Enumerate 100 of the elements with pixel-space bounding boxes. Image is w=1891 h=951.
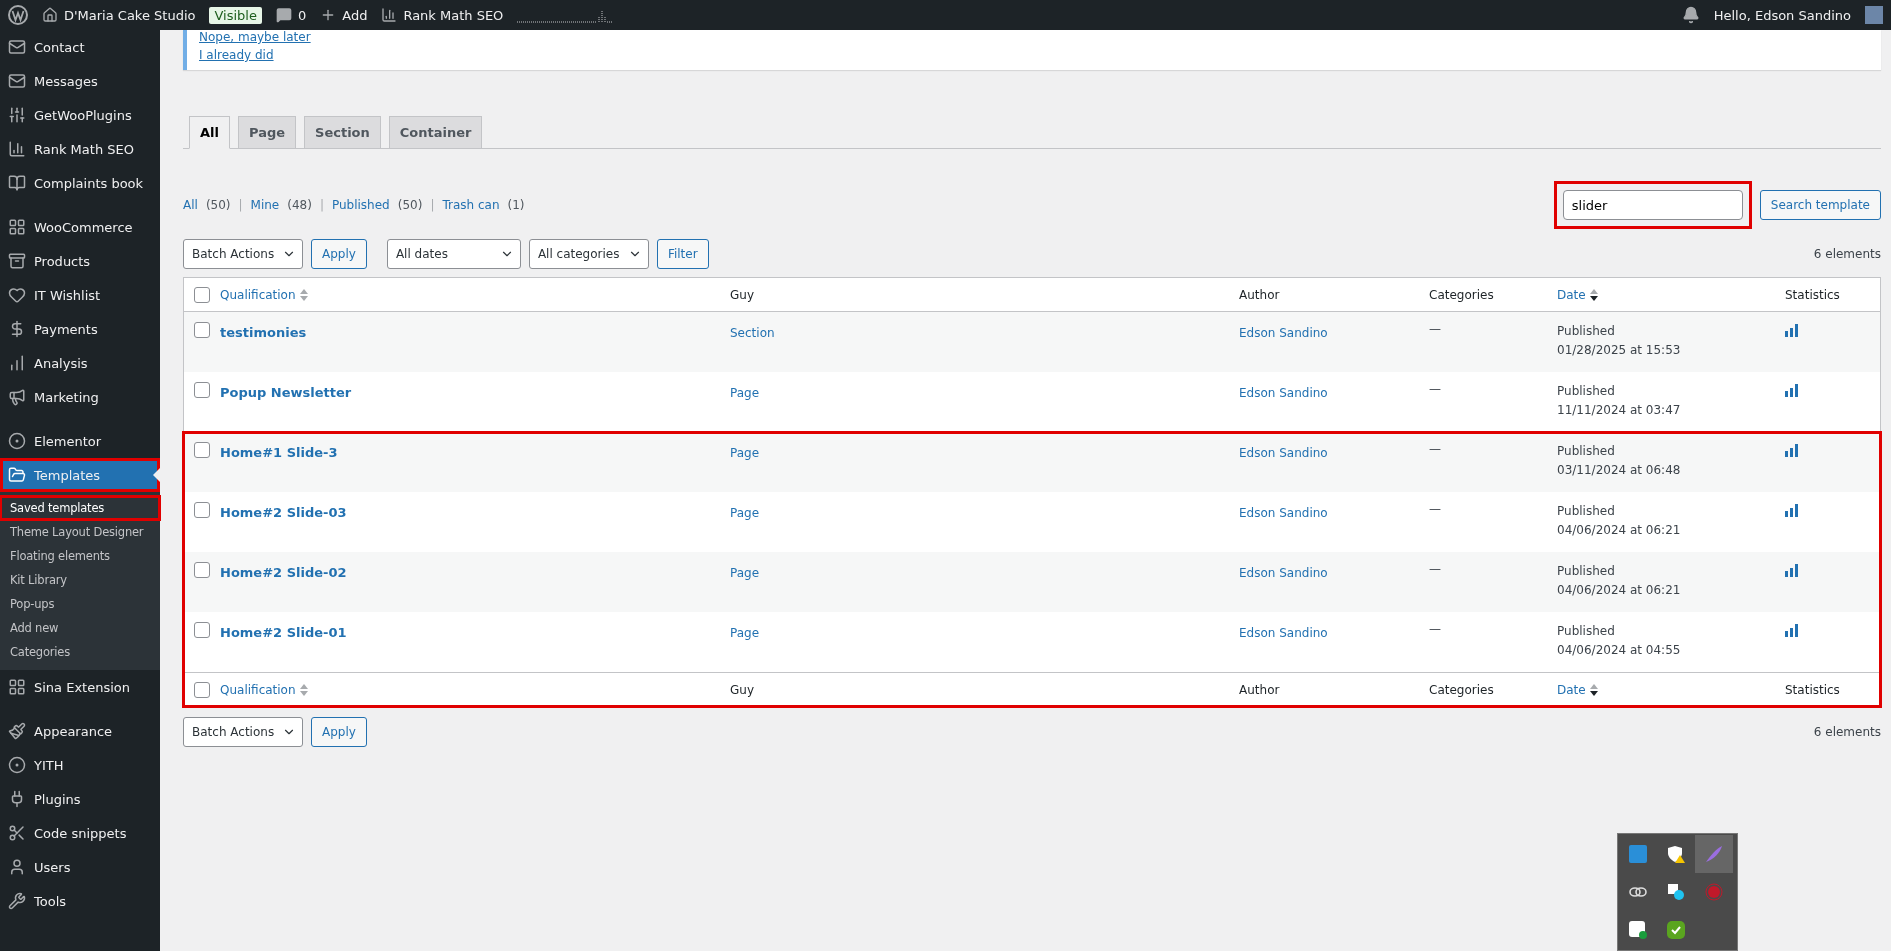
template-type-link[interactable]: Page: [730, 506, 760, 520]
wordpress-logo-icon[interactable]: [8, 5, 28, 25]
check-icon[interactable]: [1667, 921, 1685, 939]
tab[interactable]: Container: [388, 116, 483, 149]
row-checkbox[interactable]: [194, 562, 210, 578]
template-title-link[interactable]: Popup Newsletter: [220, 385, 352, 400]
template-type-link[interactable]: Page: [730, 626, 760, 640]
cloud-link-icon[interactable]: [1629, 886, 1647, 898]
apply-button[interactable]: Apply: [311, 717, 367, 747]
sidebar-item[interactable]: IT Wishlist: [0, 278, 160, 312]
sidebar-item[interactable]: Appearance: [0, 714, 160, 748]
sidebar-item[interactable]: Code snippets: [0, 816, 160, 850]
template-title-link[interactable]: Home#2 Slide-01: [220, 625, 347, 640]
bar-chart-icon[interactable]: [1785, 384, 1799, 397]
template-title-link[interactable]: Home#2 Slide-03: [220, 505, 347, 520]
tab[interactable]: All: [189, 116, 230, 149]
submenu-item[interactable]: Categories: [0, 640, 160, 664]
view-link[interactable]: Mine: [250, 198, 280, 212]
template-type-link[interactable]: Page: [730, 566, 760, 580]
tab[interactable]: Section: [304, 116, 381, 149]
chat-app-icon[interactable]: [1667, 883, 1685, 901]
view-link[interactable]: All: [183, 198, 198, 212]
apply-button[interactable]: Apply: [311, 239, 367, 269]
view-count: (1): [507, 198, 525, 212]
tab[interactable]: Page: [238, 116, 297, 149]
row-checkbox[interactable]: [194, 442, 210, 458]
submenu-item[interactable]: Pop-ups: [0, 592, 160, 616]
comments-link[interactable]: 0: [275, 7, 307, 23]
sidebar-item[interactable]: Complaints book: [0, 166, 160, 200]
bar-chart-icon[interactable]: [1785, 504, 1799, 517]
site-name-link[interactable]: D'Maria Cake Studio: [42, 7, 196, 23]
sidebar-item[interactable]: Analysis: [0, 346, 160, 380]
author-link[interactable]: Edson Sandino: [1239, 446, 1328, 460]
column-header[interactable]: Qualification: [220, 682, 730, 697]
column-header[interactable]: Date: [1557, 682, 1785, 697]
bar-chart-icon[interactable]: [1785, 444, 1799, 457]
add-new-link[interactable]: Add: [320, 7, 368, 23]
sidebar-item[interactable]: GetWooPlugins: [0, 98, 160, 132]
submenu-item[interactable]: Floating elements: [0, 544, 160, 568]
sidebar-item[interactable]: Contact: [0, 30, 160, 64]
select-all-checkbox[interactable]: [194, 286, 210, 303]
template-title-link[interactable]: Home#1 Slide-3: [220, 445, 338, 460]
notice-link[interactable]: Nope, maybe later: [199, 30, 311, 44]
row-checkbox[interactable]: [194, 322, 210, 338]
submenu-item[interactable]: Add new: [0, 616, 160, 640]
notice-link[interactable]: I already did: [199, 48, 274, 62]
sidebar-item[interactable]: Sina Extension: [0, 670, 160, 704]
category-filter-select[interactable]: All categories: [528, 239, 649, 269]
bar-chart-icon[interactable]: [1785, 624, 1799, 637]
sidebar-item[interactable]: Elementor: [0, 424, 160, 458]
menu-icon: [8, 756, 26, 774]
row-checkbox[interactable]: [194, 622, 210, 638]
view-link[interactable]: Published: [331, 198, 390, 212]
submenu-item[interactable]: Theme Layout Designer: [0, 520, 160, 544]
sidebar-item[interactable]: Marketing: [0, 380, 160, 414]
row-checkbox[interactable]: [194, 502, 210, 518]
bar-chart-icon[interactable]: [1785, 564, 1799, 577]
template-type-link[interactable]: Section: [730, 326, 775, 340]
app-icon[interactable]: [1629, 921, 1647, 939]
author-link[interactable]: Edson Sandino: [1239, 326, 1328, 340]
sidebar-item[interactable]: WooCommerce: [0, 210, 160, 244]
author-link[interactable]: Edson Sandino: [1239, 626, 1328, 640]
sidebar-item[interactable]: Plugins: [0, 782, 160, 816]
notification-icon[interactable]: [1681, 6, 1700, 24]
filter-button[interactable]: Filter: [656, 239, 709, 269]
select-all-checkbox[interactable]: [194, 681, 210, 698]
template-type-link[interactable]: Page: [730, 386, 760, 400]
item-count: 6 elements: [1813, 725, 1881, 739]
seo-link[interactable]: Rank Math SEO: [381, 7, 504, 23]
template-type-link[interactable]: Page: [730, 446, 760, 460]
author-link[interactable]: Edson Sandino: [1239, 506, 1328, 520]
author-link[interactable]: Edson Sandino: [1239, 386, 1328, 400]
column-header[interactable]: Qualification: [220, 287, 730, 302]
template-title-link[interactable]: testimonies: [220, 325, 307, 340]
template-title-link[interactable]: Home#2 Slide-02: [220, 565, 347, 580]
sidebar-item[interactable]: Users: [0, 850, 160, 884]
sidebar-item[interactable]: Tools: [0, 884, 160, 918]
sidebar-item[interactable]: Payments: [0, 312, 160, 346]
submenu-item[interactable]: Kit Library: [0, 568, 160, 592]
sidebar-item[interactable]: Products: [0, 244, 160, 278]
sidebar-item[interactable]: YITH: [0, 748, 160, 782]
bar-chart-icon[interactable]: [1785, 324, 1799, 337]
date-filter-select[interactable]: All dates: [386, 239, 521, 269]
bulk-actions-select[interactable]: Batch Actions: [183, 239, 303, 269]
sidebar-item[interactable]: Rank Math SEO: [0, 132, 160, 166]
sidebar-item[interactable]: Messages: [0, 64, 160, 98]
column-header[interactable]: Date: [1557, 287, 1785, 302]
sidebar-item[interactable]: Templates: [0, 458, 160, 492]
date-cell-text: Published 11/11/2024 at 03:47: [1557, 383, 1682, 419]
author-link[interactable]: Edson Sandino: [1239, 566, 1328, 580]
view-count: (50): [205, 198, 231, 212]
row-checkbox[interactable]: [194, 382, 210, 398]
submenu-item[interactable]: Saved templates: [0, 496, 160, 520]
shield-warning-icon[interactable]: [1667, 845, 1685, 863]
user-greeting[interactable]: Hello, Edson Sandino: [1713, 7, 1851, 23]
bulk-actions-select[interactable]: Batch Actions: [183, 717, 303, 747]
search-field[interactable]: slider: [1562, 190, 1743, 220]
search-button[interactable]: Search template: [1759, 190, 1881, 220]
view-link[interactable]: Trash can: [442, 198, 500, 212]
separator: |: [319, 198, 324, 212]
